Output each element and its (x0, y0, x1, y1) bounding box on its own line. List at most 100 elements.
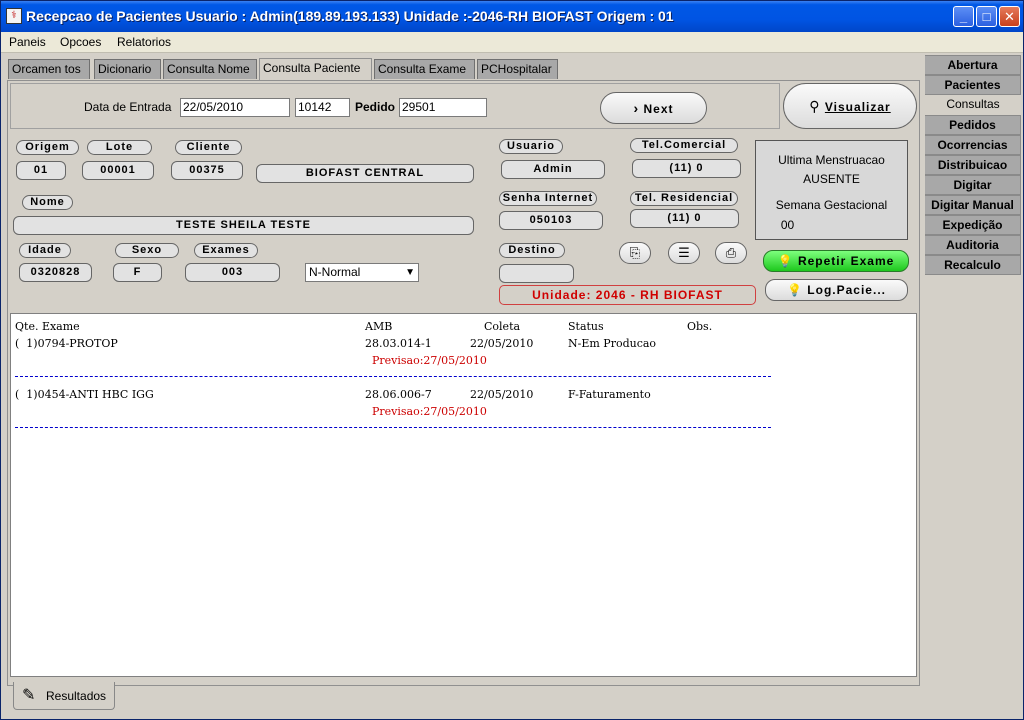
consulta-paciente-panel: Data de Entrada 22/05/2010 10142 Pedido … (7, 80, 920, 686)
log-paciente-button[interactable]: 💡 Log.Pacie... (765, 279, 908, 301)
row-2-exame: ( 1)0454-ANTI HBC IGG (15, 388, 154, 401)
sidebar-item-digitar[interactable]: Digitar (925, 175, 1021, 195)
code-input[interactable]: 10142 (295, 98, 350, 117)
origem-value: 01 (16, 161, 66, 180)
origem-label: Origem (16, 140, 79, 155)
tab-resultados-label: Resultados (46, 689, 107, 703)
repetir-exame-label: Repetir Exame (797, 254, 895, 268)
tab-resultados[interactable]: ✎ Resultados (13, 682, 115, 710)
idade-label: Idade (19, 243, 71, 258)
exames-label: Exames (194, 243, 258, 258)
row-2-status: F-Faturamento (568, 388, 651, 401)
header-obs: Obs. (687, 320, 713, 333)
sexo-value: F (113, 263, 162, 282)
lote-value: 00001 (82, 161, 154, 180)
sidebar-item-distribuicao[interactable]: Distribuicao (925, 155, 1021, 175)
sidebar-item-ocorrencias[interactable]: Ocorrencias (925, 135, 1021, 155)
info-line-2: AUSENTE (803, 172, 860, 186)
destino-label: Destino (499, 243, 565, 258)
row-divider (15, 376, 771, 377)
sidebar-item-expedicao[interactable]: Expedição (925, 215, 1021, 235)
data-entrada-label: Data de Entrada (84, 100, 172, 114)
pedido-input[interactable]: 29501 (399, 98, 487, 117)
row-2-coleta: 22/05/2010 (470, 388, 534, 401)
header-status: Status (568, 320, 604, 333)
usuario-label: Usuario (499, 139, 563, 154)
lote-label: Lote (87, 140, 152, 155)
tab-consulta-exame[interactable]: Consulta Exame (374, 59, 475, 79)
chevron-down-icon[interactable]: ▼ (405, 264, 415, 281)
menstruacao-info: Ultima Menstruacao AUSENTE Semana Gestac… (755, 140, 908, 240)
copy-icon[interactable]: ⎘ (619, 242, 651, 264)
log-paciente-label: Log.Pacie... (807, 283, 886, 297)
row-1-previsao: Previsao:27/05/2010 (372, 354, 487, 367)
data-entrada-input[interactable]: 22/05/2010 (180, 98, 290, 117)
tab-pchospitalar[interactable]: PCHospitalar (477, 59, 558, 79)
tel-comercial-label: Tel.Comercial (630, 138, 738, 153)
app-icon[interactable]: ⚕ (6, 8, 22, 24)
edit-icon: ✎ (22, 687, 36, 704)
app-window: ⚕ Recepcao de Pacientes Usuario : Admin(… (0, 0, 1024, 720)
row-divider (15, 427, 771, 428)
header-coleta: Coleta (484, 320, 521, 333)
senha-internet-label: Senha Internet (499, 191, 597, 206)
menu-bar: Paneis Opcoes Relatorios (1, 32, 1023, 53)
binoculars-icon: ⚲ (809, 98, 821, 114)
unidade-box: Unidade: 2046 - RH BIOFAST (499, 285, 756, 305)
close-button[interactable]: ✕ (999, 6, 1020, 27)
menu-relatorios[interactable]: Relatorios (117, 35, 171, 49)
header-qte: Qte. Exame (15, 320, 80, 333)
entry-row: Data de Entrada 22/05/2010 10142 Pedido … (10, 83, 780, 129)
repetir-exame-button[interactable]: 💡 Repetir Exame (763, 250, 909, 272)
cliente-label: Cliente (175, 140, 242, 155)
row-1-amb: 28.03.014-1 (365, 337, 432, 350)
visualizar-label: Visualizar (824, 100, 891, 114)
header-amb: AMB (365, 320, 393, 333)
info-line-4: 00 (780, 218, 795, 232)
sidebar-item-auditoria[interactable]: Auditoria (925, 235, 1021, 255)
sidebar-item-digitar-manual[interactable]: Digitar Manual (925, 195, 1021, 215)
sexo-label: Sexo (115, 243, 179, 258)
row-2-previsao: Previsao:27/05/2010 (372, 405, 487, 418)
chevron-right-icon: › (633, 100, 640, 116)
title-bar[interactable]: ⚕ Recepcao de Pacientes Usuario : Admin(… (1, 1, 1023, 32)
info-line-3: Semana Gestacional (775, 198, 888, 212)
minimize-button[interactable]: _ (953, 6, 974, 27)
tel-residencial-label: Tel. Residencial (630, 191, 738, 206)
menu-opcoes[interactable]: Opcoes (60, 35, 101, 49)
visualizar-button[interactable]: ⚲ Visualizar (783, 83, 917, 129)
idade-value: 0320828 (19, 263, 92, 282)
results-area[interactable]: Qte. Exame AMB Coleta Status Obs. ( 1)07… (10, 313, 917, 677)
sidebar-item-consultas[interactable]: Consultas (925, 95, 1021, 115)
exames-value: 003 (185, 263, 280, 282)
senha-internet-value: 050103 (499, 211, 603, 230)
tab-consulta-paciente[interactable]: Consulta Paciente (259, 58, 372, 80)
next-button[interactable]: › Next (600, 92, 707, 124)
tab-dicionario[interactable]: Dicionario (94, 59, 161, 79)
tab-orcamentos[interactable]: Orcamen tos (8, 59, 90, 79)
status-select[interactable]: N-Normal ▼ (305, 263, 419, 282)
row-1-coleta: 22/05/2010 (470, 337, 534, 350)
row-1-exame: ( 1)0794-PROTOP (15, 337, 118, 350)
menu-paneis[interactable]: Paneis (9, 35, 46, 49)
printer-icon[interactable]: ⎙ (715, 242, 747, 264)
tel-comercial-value: (11) 0 (632, 159, 741, 178)
destino-value[interactable] (499, 264, 574, 283)
cliente-name: BIOFAST CENTRAL (256, 164, 474, 183)
sidebar-item-pedidos[interactable]: Pedidos (925, 115, 1021, 135)
sidebar-item-abertura[interactable]: Abertura (925, 55, 1021, 75)
status-select-value: N-Normal (309, 265, 361, 279)
sidebar-item-pacientes[interactable]: Pacientes (925, 75, 1021, 95)
lightbulb-icon: 💡 (777, 254, 794, 268)
usuario-value: Admin (501, 160, 605, 179)
list-icon[interactable]: ☰ (668, 242, 700, 264)
next-label: Next (643, 102, 674, 116)
pedido-label: Pedido (355, 100, 396, 114)
nome-value: TESTE SHEILA TESTE (13, 216, 474, 235)
maximize-button[interactable]: □ (976, 6, 997, 27)
tab-consulta-nome[interactable]: Consulta Nome (163, 59, 257, 79)
info-line-1: Ultima Menstruacao (778, 153, 885, 167)
cliente-value: 00375 (171, 161, 243, 180)
row-2-amb: 28.06.006-7 (365, 388, 432, 401)
sidebar-item-recalculo[interactable]: Recalculo (925, 255, 1021, 275)
